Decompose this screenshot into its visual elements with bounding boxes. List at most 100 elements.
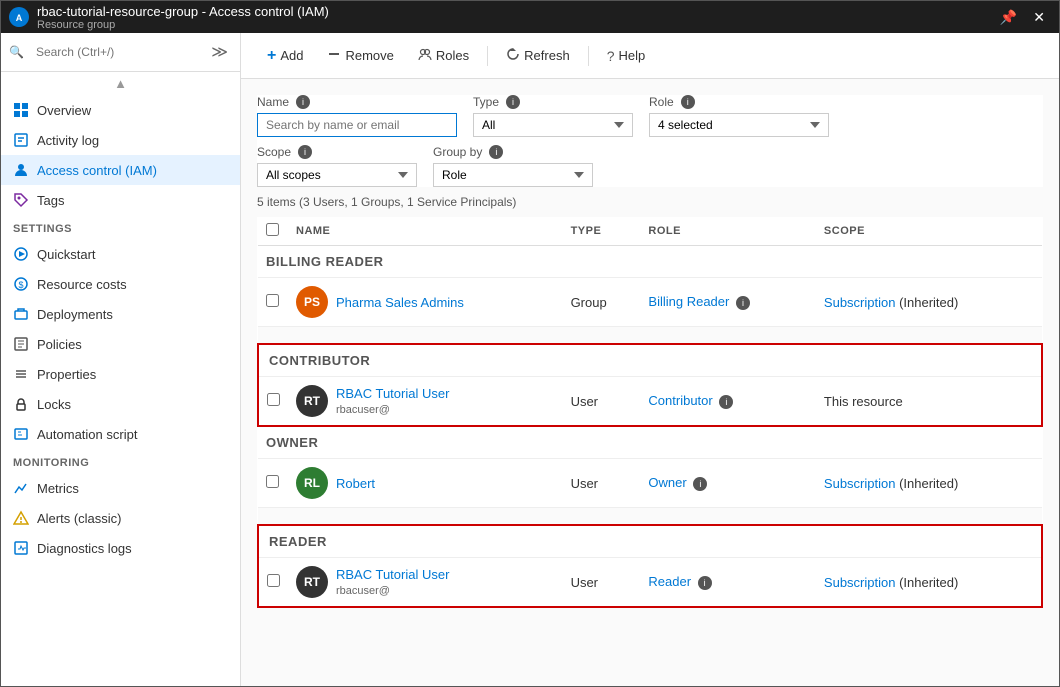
window-controls: 📌 ✕ [994,7,1051,28]
overview-label: Overview [37,103,91,118]
row-role-cell: Owner i [640,459,816,508]
sidebar-item-resource-costs[interactable]: $ Resource costs [1,269,240,299]
row-name-cell: RL Robert [288,459,563,508]
quickstart-icon [13,246,29,262]
filter-role-label: Role i [649,95,829,109]
sidebar-item-diagnostics[interactable]: Diagnostics logs [1,533,240,563]
policy-icon [13,336,29,352]
row-type-cell: User [563,459,641,508]
row-checkbox-col [258,459,288,508]
help-icon: ? [607,48,615,64]
sidebar-item-deployments[interactable]: Deployments [1,299,240,329]
sidebar-item-metrics[interactable]: Metrics [1,473,240,503]
roles-button[interactable]: Roles [408,43,479,68]
row-checkbox[interactable] [267,393,280,406]
close-button[interactable]: ✕ [1027,7,1051,28]
sidebar-item-policies[interactable]: Policies [1,329,240,359]
header-scope: SCOPE [816,217,1042,246]
role-link[interactable]: Owner [648,475,686,490]
type-filter-select[interactable]: All User Group Service Principal [473,113,633,137]
scope-info-icon[interactable]: i [298,145,312,159]
name-filter-input[interactable] [257,113,457,137]
groupby-filter-select[interactable]: Role Type Name [433,163,593,187]
sidebar-item-locks[interactable]: Locks [1,389,240,419]
items-count: 5 items (3 Users, 1 Groups, 1 Service Pr… [257,195,1043,209]
name-link[interactable]: RBAC Tutorial User [336,386,449,401]
row-checkbox[interactable] [267,574,280,587]
role-row-info-icon[interactable]: i [719,395,733,409]
toolbar-separator-1 [487,46,488,66]
help-button[interactable]: ? Help [597,44,656,68]
header-role: ROLE [640,217,816,246]
role-row-info-icon[interactable]: i [693,477,707,491]
pin-button[interactable]: 📌 [994,7,1023,28]
filter-scope-group: Scope i All scopes This resource Inherit… [257,145,417,187]
metrics-label: Metrics [37,481,79,496]
group-header-row: CONTRIBUTOR [258,344,1042,377]
auto-icon [13,426,29,442]
costs-icon: $ [13,276,29,292]
svg-text:A: A [16,13,23,23]
content-scroll: Name i Type i All U [241,79,1059,686]
role-info-icon[interactable]: i [681,95,695,109]
deployments-label: Deployments [37,307,113,322]
role-link[interactable]: Billing Reader [648,294,729,309]
row-checkbox[interactable] [266,475,279,488]
role-row-info-icon[interactable]: i [698,576,712,590]
sidebar-item-quickstart[interactable]: Quickstart [1,239,240,269]
sidebar-item-iam[interactable]: Access control (IAM) [1,155,240,185]
name-link[interactable]: Robert [336,476,375,491]
groupby-info-icon[interactable]: i [489,145,503,159]
scope-filter-select[interactable]: All scopes This resource Inherited [257,163,417,187]
avatar: PS [296,286,328,318]
role-link[interactable]: Reader [648,574,691,589]
role-link[interactable]: Contributor [648,393,712,408]
sidebar-item-activity-log[interactable]: Activity log [1,125,240,155]
sidebar-nav: ▲ Overview Activity log [1,72,240,686]
filter-role-group: Role i 4 selected [649,95,829,137]
select-all-checkbox[interactable] [266,223,279,236]
name-link[interactable]: RBAC Tutorial User [336,567,449,582]
toolbar-separator-2 [588,46,589,66]
sidebar-item-alerts[interactable]: Alerts (classic) [1,503,240,533]
activity-icon [13,132,29,148]
type-info-icon[interactable]: i [506,95,520,109]
alerts-icon [13,510,29,526]
roles-icon [418,47,432,64]
role-filter-select[interactable]: 4 selected [649,113,829,137]
refresh-button[interactable]: Refresh [496,43,580,68]
row-scope-cell: Subscription (Inherited) [816,459,1042,508]
name-cell-container: RL Robert [296,467,555,499]
sidebar-item-overview[interactable]: Overview [1,95,240,125]
table-row: RT RBAC Tutorial Userrbacuser@ User Read… [258,558,1042,608]
sidebar-item-automation-script[interactable]: Automation script [1,419,240,449]
sidebar-search-container: 🔍 ≫ [1,33,240,72]
search-input[interactable] [28,41,203,63]
sidebar-collapse-button[interactable]: ≫ [207,42,232,62]
remove-button[interactable]: Remove [317,43,403,68]
row-role-cell: Billing Reader i [640,278,816,327]
role-row-info-icon[interactable]: i [736,296,750,310]
name-text-container: Robert [336,476,375,491]
row-name-cell: RT RBAC Tutorial Userrbacuser@ [288,558,563,608]
name-info-icon[interactable]: i [296,95,310,109]
sidebar-item-properties[interactable]: Properties [1,359,240,389]
name-link[interactable]: Pharma Sales Admins [336,295,464,310]
add-button[interactable]: + Add [257,43,313,69]
sidebar-item-tags[interactable]: Tags [1,185,240,215]
main-window: A rbac-tutorial-resource-group - Access … [0,0,1060,687]
scope-link[interactable]: Subscription [824,575,896,590]
scope-link[interactable]: Subscription [824,295,896,310]
add-icon: + [267,47,276,65]
filter-groupby-label: Group by i [433,145,593,159]
properties-label: Properties [37,367,96,382]
scope-link[interactable]: Subscription [824,476,896,491]
filter-type-group: Type i All User Group Service Principal [473,95,633,137]
row-scope-cell: This resource [816,377,1042,427]
filter-scope-label: Scope i [257,145,417,159]
automation-script-label: Automation script [37,427,137,442]
row-checkbox[interactable] [266,294,279,307]
svg-text:$: $ [18,280,23,290]
header-name: NAME [288,217,563,246]
deploy-icon [13,306,29,322]
